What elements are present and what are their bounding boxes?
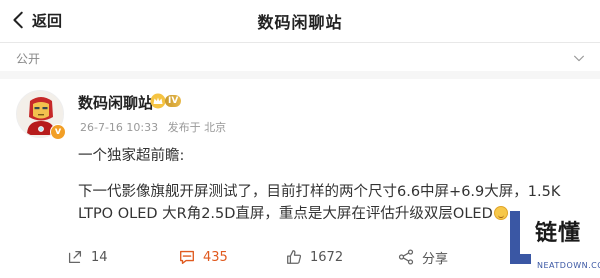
comment-button[interactable]: 435 (178, 247, 228, 267)
repost-icon (68, 250, 82, 264)
repost-button[interactable]: 14 (66, 247, 108, 267)
author-name[interactable]: 数码闲聊站 (78, 92, 153, 113)
like-button[interactable]: 1672 (285, 247, 343, 267)
repost-count: 14 (91, 249, 108, 265)
smile-emoji-icon (493, 206, 508, 220)
chevron-down-icon[interactable] (572, 51, 586, 65)
visibility-row[interactable]: 公开 (0, 43, 600, 71)
verified-badge: v (50, 124, 66, 140)
comment-count: 435 (203, 249, 228, 265)
top-bar: 返回 数码闲聊站 (0, 0, 600, 42)
post-paragraph: 一个独家超前瞻: (78, 148, 185, 164)
watermark-url: NEATDOWN.COM (537, 261, 600, 270)
thumbs-up-icon (287, 250, 302, 264)
share-button[interactable]: 分享 (397, 247, 448, 267)
comment-icon (180, 250, 194, 264)
post-paragraph-text: 下一代影像旗舰开屏测试了，目前打样的两个尺寸6.6中屏+6.9大屏，1.5K L… (78, 184, 561, 222)
visibility-label: 公开 (16, 52, 41, 66)
post-timestamp: 26-7-16 10:33 (80, 121, 159, 134)
level-badge: IV (165, 95, 182, 107)
post-source: 发布于 北京 (167, 121, 227, 134)
l-logo-icon (510, 211, 531, 264)
watermark-brand: 链懂 (535, 221, 582, 246)
page-title: 数码闲聊站 (257, 13, 343, 32)
like-count: 1672 (310, 249, 344, 265)
post-meta: 26-7-16 10:33 发布于 北京 (80, 119, 232, 135)
watermark-logo: 链懂 NEATDOWN.COM (507, 209, 600, 275)
crown-icon (150, 93, 166, 109)
share-label: 分享 (422, 251, 449, 267)
section-separator (0, 71, 600, 79)
share-icon (398, 249, 414, 265)
